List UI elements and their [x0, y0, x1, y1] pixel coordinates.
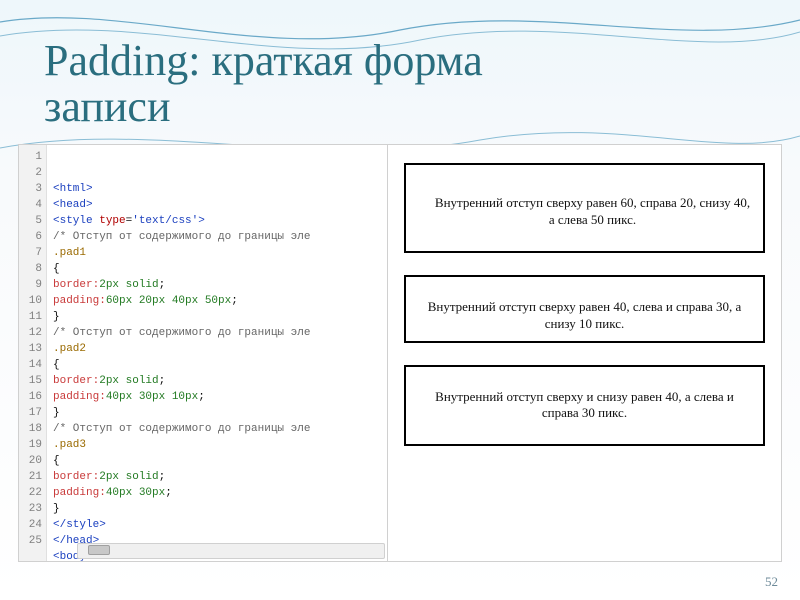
code-line: border:2px solid;: [53, 373, 383, 389]
line-number: 20: [19, 453, 42, 469]
line-number: 25: [19, 533, 42, 549]
code-line: /* Отступ от содержимого до границы эле: [53, 421, 383, 437]
line-number: 17: [19, 405, 42, 421]
page-number: 52: [765, 574, 778, 590]
line-number: 22: [19, 485, 42, 501]
line-number: 5: [19, 213, 42, 229]
line-number: 1: [19, 149, 42, 165]
line-number: 13: [19, 341, 42, 357]
preview-box-pad1: Внутренний отступ сверху равен 60, справ…: [404, 163, 765, 253]
line-number: 8: [19, 261, 42, 277]
code-line: }: [53, 501, 383, 517]
line-gutter: 1234567891011121314151617181920212223242…: [19, 145, 47, 561]
slide-title: Padding: краткая форма записи: [44, 38, 483, 130]
code-line: /* Отступ от содержимого до границы эле: [53, 325, 383, 341]
line-number: 9: [19, 277, 42, 293]
code-line: {: [53, 453, 383, 469]
scrollbar-thumb[interactable]: [88, 545, 110, 555]
code-line: }: [53, 405, 383, 421]
code-line: .pad3: [53, 437, 383, 453]
line-number: 19: [19, 437, 42, 453]
code-line: {: [53, 357, 383, 373]
line-number: 6: [19, 229, 42, 245]
line-number: 3: [19, 181, 42, 197]
line-number: 7: [19, 245, 42, 261]
code-editor-panel: 1234567891011121314151617181920212223242…: [18, 144, 388, 562]
code-line: border:2px solid;: [53, 277, 383, 293]
code-line: {: [53, 261, 383, 277]
content-area: 1234567891011121314151617181920212223242…: [18, 144, 782, 562]
code-line: <style type='text/css'>: [53, 213, 383, 229]
code-line: .pad1: [53, 245, 383, 261]
code-line: </style>: [53, 517, 383, 533]
code-body: <html><head><style type='text/css'>/* От…: [47, 145, 387, 561]
line-number: 16: [19, 389, 42, 405]
preview-box-pad3: Внутренний отступ сверху и снизу равен 4…: [404, 365, 765, 447]
code-line: <html>: [53, 181, 383, 197]
code-line: /* Отступ от содержимого до границы эле: [53, 229, 383, 245]
code-line: padding:40px 30px 10px;: [53, 389, 383, 405]
code-line: <head>: [53, 197, 383, 213]
line-number: 21: [19, 469, 42, 485]
horizontal-scrollbar[interactable]: [77, 543, 385, 559]
line-number: 24: [19, 517, 42, 533]
render-preview-panel: Внутренний отступ сверху равен 60, справ…: [388, 144, 782, 562]
line-number: 14: [19, 357, 42, 373]
line-number: 18: [19, 421, 42, 437]
line-number: 10: [19, 293, 42, 309]
code-line: padding:60px 20px 40px 50px;: [53, 293, 383, 309]
code-line: padding:40px 30px;: [53, 485, 383, 501]
preview-box-pad2: Внутренний отступ сверху равен 40, слева…: [404, 275, 765, 343]
line-number: 2: [19, 165, 42, 181]
line-number: 12: [19, 325, 42, 341]
line-number: 4: [19, 197, 42, 213]
code-line: .pad2: [53, 341, 383, 357]
code-line: border:2px solid;: [53, 469, 383, 485]
code-line: }: [53, 309, 383, 325]
line-number: 11: [19, 309, 42, 325]
line-number: 15: [19, 373, 42, 389]
line-number: 23: [19, 501, 42, 517]
